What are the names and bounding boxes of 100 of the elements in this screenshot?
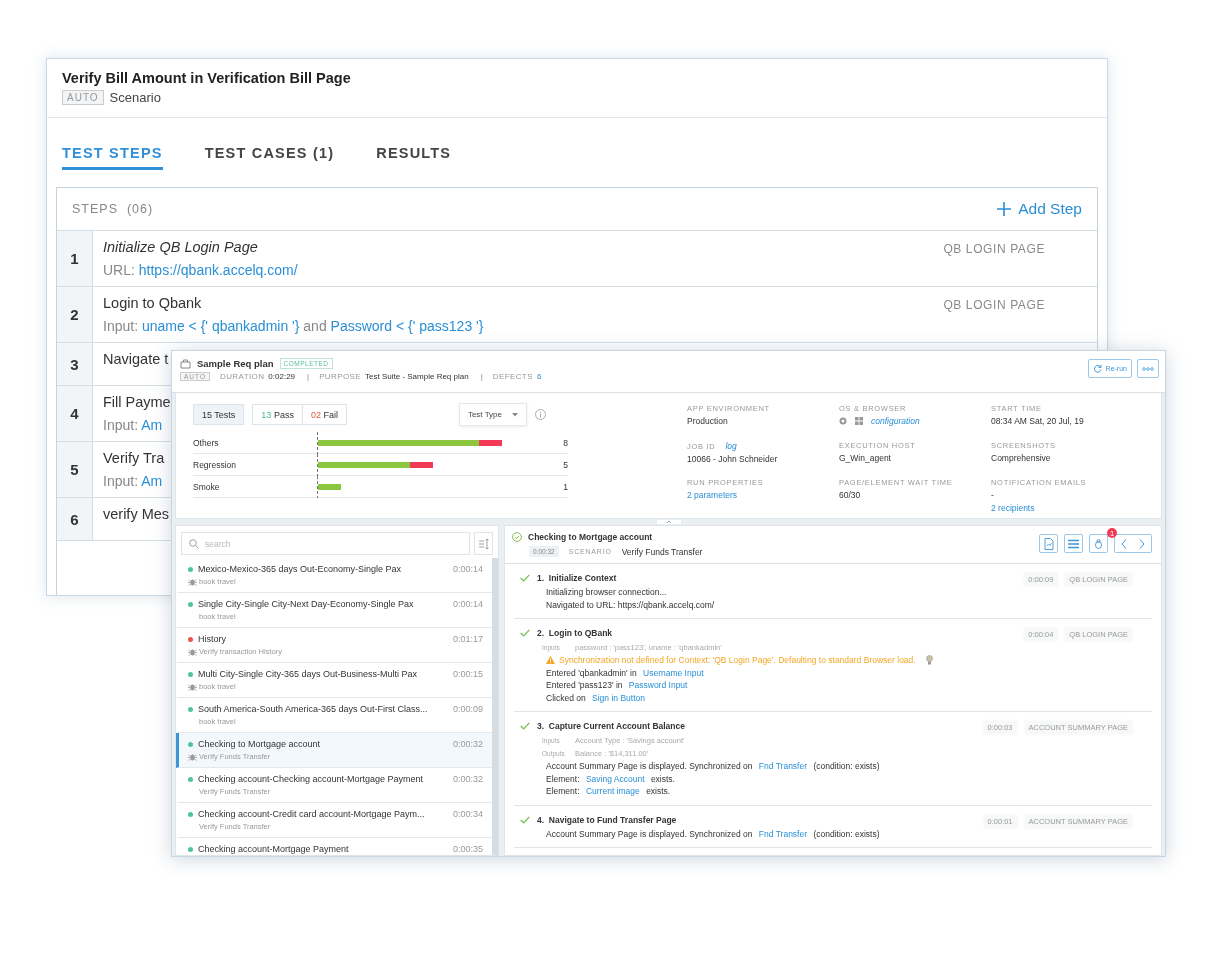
item-time: 0:00:14 [452, 599, 483, 609]
step-number: 6 [57, 498, 93, 540]
more-button[interactable] [1137, 359, 1159, 378]
list-view-button[interactable] [1064, 534, 1083, 553]
category-label: Others [193, 437, 220, 448]
link[interactable]: https://qbank.accelq.com/ [138, 262, 298, 278]
link[interactable]: Sign in Button [592, 692, 645, 703]
page-label: QB LOGIN PAGE [943, 242, 1045, 258]
field-value: 60/30 [839, 490, 861, 500]
step-title: 2. Login to QBank [537, 628, 613, 638]
search-icon [189, 538, 199, 549]
item-title: History [198, 634, 227, 644]
link[interactable]: Am [141, 417, 163, 433]
document-icon [1043, 537, 1054, 550]
step-number: 2 [57, 287, 93, 342]
item-title: Single City-Single City-Next Day-Economy-Single Pax [198, 599, 415, 609]
item-time: 0:00:09 [452, 704, 483, 714]
step-input-text: Input: uname < {' qbankadmin '} and Password < {' pass123 '} [103, 318, 484, 334]
link[interactable]: 2 recipients [991, 503, 1035, 513]
field-value: Comprehensive [991, 453, 1051, 463]
sort-button[interactable] [474, 532, 493, 555]
separator: | [307, 372, 310, 381]
scenario-name: Verify Funds Transfer [621, 546, 703, 557]
log-text: Initializing browser connection... [545, 586, 668, 599]
link[interactable]: Password Input [628, 680, 688, 690]
link[interactable]: Saving Account [585, 773, 645, 784]
category-label: Smoke [193, 481, 221, 492]
type-badge: AUTO [62, 90, 104, 105]
check-circle-icon [512, 532, 522, 542]
suite-icon [180, 358, 191, 369]
item-title: Checking account-Mortgage Payment [198, 844, 350, 854]
tab[interactable]: RESULTS [376, 144, 452, 170]
scrollbar[interactable] [492, 558, 498, 855]
link[interactable]: uname < {' qbankadmin '} [141, 318, 300, 334]
browser-icon [839, 417, 847, 425]
log-text: Navigated to URL: https://qbank.accelq.com/ [545, 598, 716, 611]
meta-value: 0:02:29 [268, 372, 296, 381]
value-label: 8 [562, 437, 568, 448]
step-title: Verify Tra [103, 450, 165, 466]
windows-icon [855, 417, 863, 425]
field-value: - [991, 490, 994, 500]
item-title: Mexico-Mexico-365 days Out-Economy-Single Pax [198, 564, 403, 574]
collapse-handle-icon[interactable] [655, 519, 682, 525]
log-text: Clicked on Sign in Button [545, 691, 646, 704]
step-number: 3 [57, 343, 93, 385]
lightbulb-icon[interactable] [925, 655, 933, 666]
log-text: Entered 'pass123' in Password Input [545, 679, 689, 692]
defects-button[interactable] [1089, 534, 1108, 553]
chevron-right-icon [1139, 538, 1145, 549]
category-label: Regression [193, 459, 237, 470]
link[interactable]: Password < {' pass123 '} [330, 318, 484, 334]
link[interactable]: Fnd Transfer [758, 828, 808, 839]
step-title: Initialize QB Login Page [103, 239, 259, 255]
step-title: Fill Payme [103, 394, 171, 410]
link[interactable]: 2 parameters [687, 490, 738, 500]
link[interactable]: Username Input [643, 667, 704, 678]
link[interactable]: Current image [585, 786, 640, 796]
item-time: 0:00:32 [452, 739, 483, 749]
item-time: 0:01:17 [452, 634, 483, 644]
log-text: Entered 'qbankadmin' in Username Input [545, 666, 705, 679]
scenario-label: Scenario [109, 90, 161, 105]
step-input-text: Input: Am [103, 417, 164, 433]
fail-filter[interactable]: 02 Fail [302, 404, 347, 425]
link[interactable]: Fnd Transfer [758, 761, 808, 771]
info-icon[interactable] [535, 409, 546, 420]
field-value: 08:34 AM Sat, 20 Jul, 19 [991, 416, 1084, 426]
page-label: QB LOGIN PAGE [943, 298, 1045, 314]
step-input-text: Input: Am [103, 473, 164, 489]
add-step-button[interactable]: Add Step [996, 200, 1082, 218]
step-title: Login to Qbank [103, 295, 203, 311]
value-label: 1 [562, 481, 568, 492]
link[interactable]: configuration [871, 416, 920, 426]
tab[interactable]: TEST STEPS [62, 144, 163, 170]
item-title: Checking account-Credit card account-Mortgage Paym... [198, 809, 426, 819]
chevron-left-icon [1121, 538, 1127, 549]
warning-icon [546, 656, 555, 665]
meta-value: Test Suite - Sample Req plan [365, 372, 469, 381]
link[interactable]: 6 [536, 372, 542, 381]
page-title: Verify Bill Amount in Verification Bill Page [62, 70, 352, 86]
item-time: 0:00:32 [452, 774, 483, 784]
bug-icon [1094, 538, 1103, 549]
group-by-dropdown[interactable]: Test Type [458, 403, 527, 426]
link[interactable]: Am [141, 473, 163, 489]
tests-filter[interactable]: 15 Tests [193, 404, 245, 425]
field-value: Production [687, 416, 728, 426]
item-title: Multi City-Single City-365 days Out-Business-Multi Pax [198, 669, 419, 679]
search-input[interactable]: search [205, 533, 462, 554]
plus-icon [996, 201, 1013, 217]
link[interactable]: log [725, 441, 737, 451]
item-title: South America-South America-365 days Out-First Class... [198, 704, 429, 714]
list-icon [1068, 538, 1079, 549]
log-text: Account Summary Page is displayed. Synchronized on Fnd Transfer (condition: exists) [545, 827, 881, 840]
pass-filter[interactable]: 13 Pass [252, 404, 303, 425]
report-button[interactable] [1039, 534, 1058, 553]
tab[interactable]: TEST CASES (1) [204, 144, 335, 170]
more-icon [1142, 366, 1154, 371]
field-value: G_Win_agent [839, 453, 891, 463]
step-title: Navigate t [103, 351, 169, 367]
search-field[interactable]: search [181, 532, 470, 555]
refresh-icon [1092, 364, 1102, 373]
